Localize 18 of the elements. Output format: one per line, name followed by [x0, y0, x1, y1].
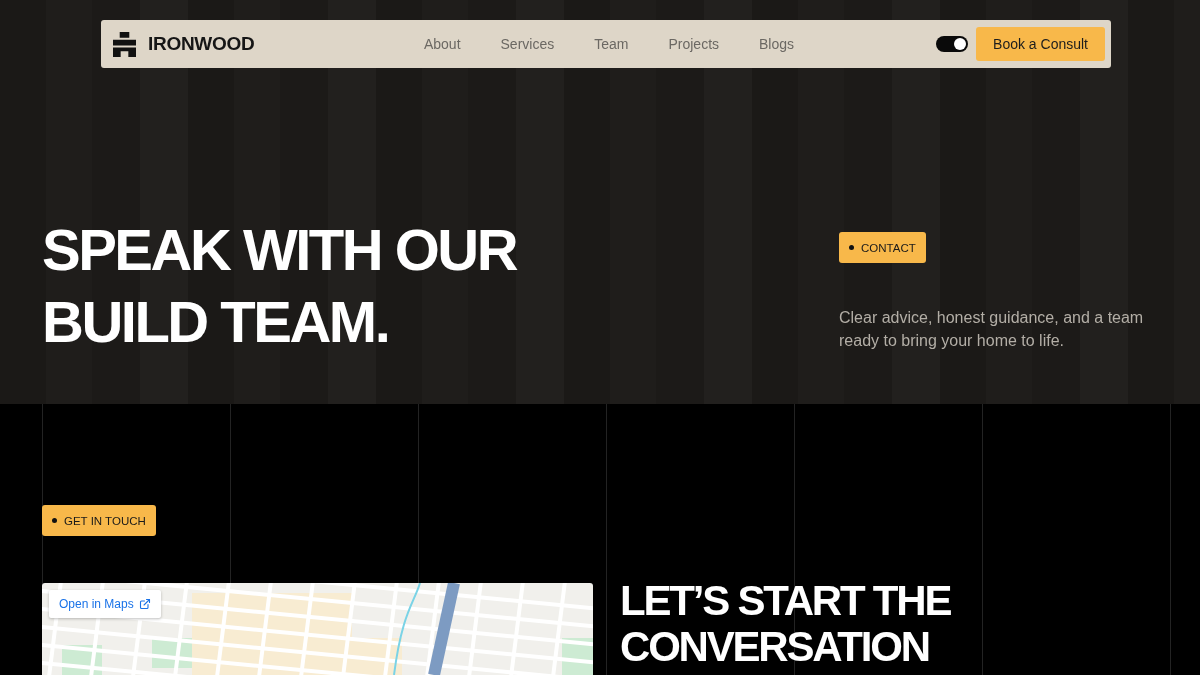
badge-label: GET IN TOUCH	[64, 514, 146, 527]
dot-icon	[849, 245, 854, 250]
open-in-maps-button[interactable]: Open in Maps	[49, 590, 161, 618]
hero-heading: SPEAK WITH OUR BUILD TEAM.	[42, 216, 518, 356]
nav-link[interactable]: Projects	[668, 36, 720, 52]
book-consult-button[interactable]: Book a Consult	[976, 27, 1105, 61]
nav-link[interactable]: Services	[500, 36, 555, 52]
dot-icon	[52, 518, 57, 523]
nav-link[interactable]: Blogs	[759, 36, 795, 52]
building-logo-icon	[113, 31, 136, 57]
nav-link[interactable]: Team	[594, 36, 629, 52]
brand-name: IRONWOOD	[148, 33, 255, 55]
nav-link[interactable]: About	[423, 36, 461, 52]
contact-heading: LET’S START THE CONVERSATION	[620, 578, 952, 672]
hero-description: Clear advice, honest guidance, and a team ready to bring your home to life.	[839, 308, 1145, 351]
external-link-icon	[138, 598, 151, 610]
toggle-switch[interactable]	[936, 36, 969, 52]
badge-label: CONTACT	[861, 241, 916, 254]
